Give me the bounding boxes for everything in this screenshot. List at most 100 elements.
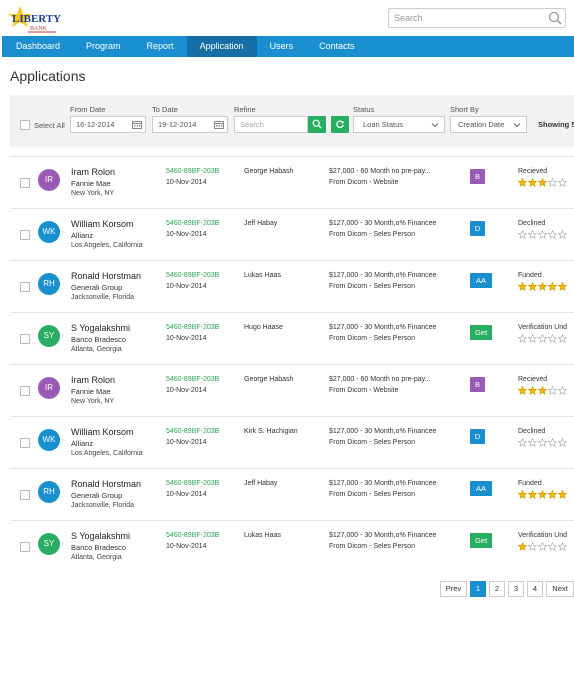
star-empty-icon[interactable] — [548, 230, 557, 239]
row-checkbox[interactable] — [20, 178, 30, 188]
row-checkbox[interactable] — [20, 334, 30, 344]
star-empty-icon[interactable] — [558, 334, 567, 343]
calendar-icon[interactable] — [214, 120, 224, 129]
application-row[interactable]: RH Ronald Horstman Generali Group Jackso… — [10, 468, 574, 520]
star-empty-icon[interactable] — [528, 334, 537, 343]
applicant-company: Banco Bradesco — [71, 335, 127, 344]
star-empty-icon[interactable] — [548, 542, 557, 551]
refine-search-input[interactable]: Search — [234, 116, 308, 133]
nav-item-application[interactable]: Application — [186, 36, 257, 57]
star-filled-icon[interactable] — [528, 490, 537, 499]
application-row[interactable]: RH Ronald Horstman Generali Group Jackso… — [10, 260, 574, 312]
star-filled-icon[interactable] — [518, 282, 527, 291]
applicant-name[interactable]: William Korsom — [71, 427, 134, 437]
applicant-name[interactable]: Iram Rolon — [71, 167, 115, 177]
star-empty-icon[interactable] — [528, 542, 537, 551]
next-page-button[interactable]: Next — [546, 581, 574, 597]
star-empty-icon[interactable] — [558, 230, 567, 239]
from-date-input[interactable]: 16-12-2014 — [70, 116, 146, 133]
star-empty-icon[interactable] — [538, 542, 547, 551]
star-empty-icon[interactable] — [518, 334, 527, 343]
star-filled-icon[interactable] — [548, 490, 557, 499]
star-filled-icon[interactable] — [528, 386, 537, 395]
star-filled-icon[interactable] — [538, 178, 547, 187]
application-row[interactable]: WK William Korsom Allianz Los Angeles, C… — [10, 416, 574, 468]
application-row[interactable]: WK William Korsom Allianz Los Angeles, C… — [10, 208, 574, 260]
star-filled-icon[interactable] — [538, 490, 547, 499]
application-ref-link[interactable]: 5460-89BF-203B — [166, 220, 219, 227]
star-filled-icon[interactable] — [548, 282, 557, 291]
star-filled-icon[interactable] — [528, 178, 537, 187]
pagination: Prev 1 2 3 4 Next — [440, 581, 574, 597]
star-empty-icon[interactable] — [548, 178, 557, 187]
applicant-name[interactable]: William Korsom — [71, 219, 134, 229]
to-date-input[interactable]: 19-12-2014 — [152, 116, 228, 133]
page-button-2[interactable]: 2 — [489, 581, 505, 597]
star-empty-icon[interactable] — [528, 438, 537, 447]
star-filled-icon[interactable] — [538, 282, 547, 291]
application-ref-link[interactable]: 5460-89BF-203B — [166, 376, 219, 383]
application-ref-link[interactable]: 5460-89BF-203B — [166, 428, 219, 435]
star-empty-icon[interactable] — [558, 178, 567, 187]
row-checkbox[interactable] — [20, 438, 30, 448]
star-empty-icon[interactable] — [528, 230, 537, 239]
star-empty-icon[interactable] — [538, 334, 547, 343]
application-row[interactable]: IR Iram Rolon Fannie Mae New York, NY 54… — [10, 364, 574, 416]
nav-item-users[interactable]: Users — [257, 36, 307, 57]
star-empty-icon[interactable] — [518, 230, 527, 239]
application-ref-link[interactable]: 5460-89BF-203B — [166, 324, 219, 331]
star-empty-icon[interactable] — [548, 334, 557, 343]
liberty-bank-logo[interactable]: LIBERTY BANK — [6, 3, 70, 35]
star-empty-icon[interactable] — [558, 386, 567, 395]
application-row[interactable]: SY S Yogalakshmi Banco Bradesco Atlanta,… — [10, 520, 574, 572]
star-empty-icon[interactable] — [558, 542, 567, 551]
nav-item-contacts[interactable]: Contacts — [306, 36, 368, 57]
applicant-name[interactable]: Ronald Horstman — [71, 271, 141, 281]
application-ref-link[interactable]: 5460-89BF-203B — [166, 168, 219, 175]
page-button-1[interactable]: 1 — [470, 581, 486, 597]
application-ref-link[interactable]: 5460-89BF-203B — [166, 532, 219, 539]
star-filled-icon[interactable] — [538, 386, 547, 395]
nav-item-dashboard[interactable]: Dashboard — [2, 36, 73, 57]
page-button-3[interactable]: 3 — [508, 581, 524, 597]
star-filled-icon[interactable] — [518, 386, 527, 395]
nav-item-report[interactable]: Report — [134, 36, 187, 57]
select-all-checkbox[interactable] — [20, 120, 30, 130]
star-filled-icon[interactable] — [558, 282, 567, 291]
star-filled-icon[interactable] — [518, 542, 527, 551]
star-filled-icon[interactable] — [518, 178, 527, 187]
row-checkbox[interactable] — [20, 542, 30, 552]
refresh-button[interactable] — [331, 116, 349, 133]
star-filled-icon[interactable] — [558, 490, 567, 499]
application-ref-link[interactable]: 5460-89BF-203B — [166, 272, 219, 279]
applicant-name[interactable]: S Yogalakshmi — [71, 531, 130, 541]
page-button-4[interactable]: 4 — [527, 581, 543, 597]
star-filled-icon[interactable] — [528, 282, 537, 291]
applicant-name[interactable]: Iram Rolon — [71, 375, 115, 385]
star-empty-icon[interactable] — [538, 230, 547, 239]
search-icon[interactable] — [548, 11, 562, 25]
calendar-icon[interactable] — [132, 120, 142, 129]
star-filled-icon[interactable] — [518, 490, 527, 499]
applicant-name[interactable]: S Yogalakshmi — [71, 323, 130, 333]
star-empty-icon[interactable] — [558, 438, 567, 447]
star-empty-icon[interactable] — [548, 438, 557, 447]
star-empty-icon[interactable] — [538, 438, 547, 447]
sort-select[interactable]: Creation Date — [450, 116, 527, 133]
search-input[interactable] — [388, 8, 566, 28]
row-checkbox[interactable] — [20, 282, 30, 292]
row-checkbox[interactable] — [20, 386, 30, 396]
application-ref-link[interactable]: 5460-89BF-203B — [166, 480, 219, 487]
refine-search-button[interactable] — [308, 116, 326, 133]
application-row[interactable]: SY S Yogalakshmi Banco Bradesco Atlanta,… — [10, 312, 574, 364]
row-checkbox[interactable] — [20, 230, 30, 240]
star-empty-icon[interactable] — [548, 386, 557, 395]
row-checkbox[interactable] — [20, 490, 30, 500]
prev-page-button[interactable]: Prev — [440, 581, 467, 597]
star-empty-icon[interactable] — [518, 438, 527, 447]
to-date-value: 19-12-2014 — [158, 120, 197, 129]
nav-item-program[interactable]: Program — [73, 36, 134, 57]
status-select[interactable]: Loan Status — [353, 116, 445, 133]
application-row[interactable]: IR Iram Rolon Fannie Mae New York, NY 54… — [10, 156, 574, 208]
applicant-name[interactable]: Ronald Horstman — [71, 479, 141, 489]
